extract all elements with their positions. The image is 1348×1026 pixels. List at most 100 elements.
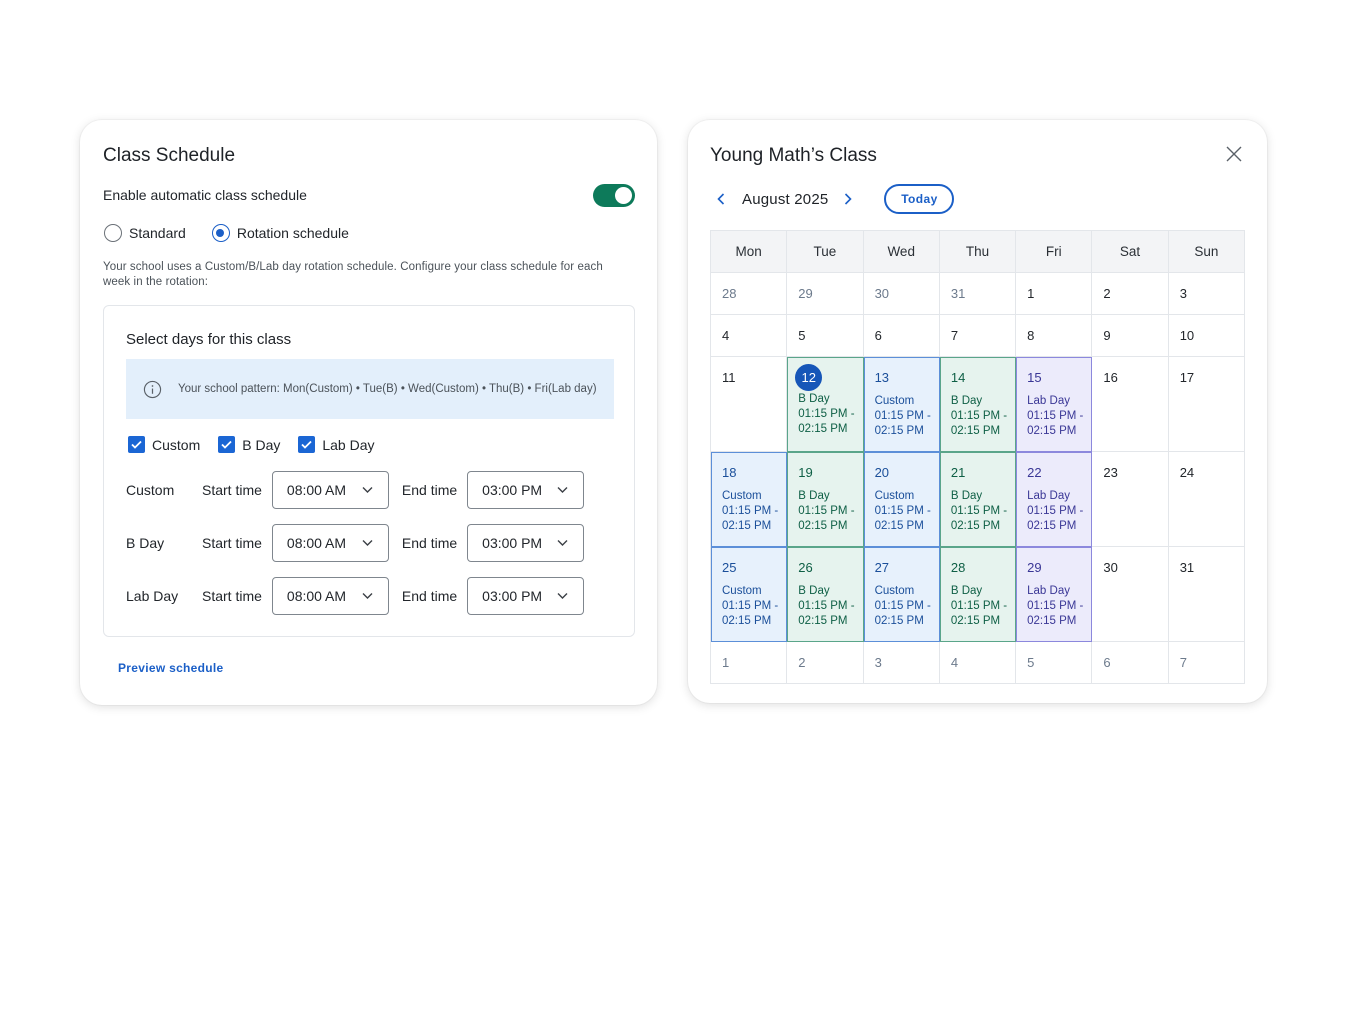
class-time-range: 01:15 PM - 02:15 PM: [874, 410, 931, 437]
checkbox-b-day[interactable]: B Day: [218, 436, 280, 453]
lab-day-end-time-select[interactable]: 03:00 PM: [467, 577, 585, 615]
calendar-day-custom[interactable]: 27 Custom 01:15 PM - 02:15 PM: [863, 547, 940, 642]
checkbox-lab-day-label: Lab Day: [322, 436, 375, 453]
calendar-day-bday[interactable]: 19 B Day 01:15 PM - 02:15 PM: [787, 452, 864, 547]
date-number: 6: [1103, 655, 1111, 670]
calendar-day[interactable]: 6: [1092, 642, 1169, 684]
calendar-day-bday[interactable]: 26 B Day 01:15 PM - 02:15 PM: [787, 547, 864, 642]
calendar-day[interactable]: 30: [1092, 547, 1169, 642]
class-time-range: 01:15 PM - 02:15 PM: [798, 505, 855, 532]
preview-schedule-link[interactable]: Preview schedule: [118, 661, 224, 675]
calendar-day[interactable]: 30: [863, 273, 940, 315]
calendar-day[interactable]: 28: [711, 273, 788, 315]
today-button[interactable]: Today: [884, 184, 955, 214]
calendar-grid: 28 29 30 31 1 2 3 4 5 6 7 8 9 10 11 12 B Day 01:15 PM - 0…: [710, 272, 1245, 684]
calendar-card: Young Math’s Class August 2025 Today Mon…: [688, 120, 1267, 703]
date-number: 1: [1027, 286, 1035, 301]
calendar-day-bday[interactable]: 12 B Day 01:15 PM - 02:15 PM: [787, 357, 864, 452]
calendar-day-custom[interactable]: 20 Custom 01:15 PM - 02:15 PM: [863, 452, 940, 547]
checkbox-b-day-box[interactable]: [218, 436, 236, 453]
calendar-day[interactable]: 17: [1168, 357, 1245, 452]
calendar-day[interactable]: 7: [939, 315, 1017, 357]
weekday-tue: Tue: [787, 231, 864, 272]
day-type-name: Lab Day: [1027, 490, 1070, 502]
calendar-day[interactable]: 4: [939, 642, 1017, 684]
calendar-day[interactable]: 31: [1168, 547, 1245, 642]
class-time-range: 01:15 PM - 02:15 PM: [874, 600, 931, 627]
weekday-thu: Thu: [940, 231, 1017, 272]
calendar-day[interactable]: 4: [711, 315, 788, 357]
calendar-day[interactable]: 5: [1016, 642, 1093, 684]
calendar-day[interactable]: 2: [1092, 273, 1169, 315]
calendar-day[interactable]: 1: [1016, 273, 1093, 315]
calendar-day[interactable]: 7: [1168, 642, 1245, 684]
prev-month-button[interactable]: [713, 191, 729, 207]
calendar-day[interactable]: 23: [1092, 452, 1169, 547]
date-number: 7: [1179, 655, 1187, 670]
calendar-day-bday[interactable]: 14 B Day 01:15 PM - 02:15 PM: [939, 357, 1017, 452]
info-icon: [143, 380, 162, 398]
time-row-custom: Custom Start time 08:00 AM End time 03:0…: [126, 471, 597, 509]
calendar-day[interactable]: 16: [1092, 357, 1169, 452]
chevron-left-icon: [717, 193, 725, 205]
radio-standard-label: Standard: [129, 225, 186, 241]
calendar-day[interactable]: 10: [1168, 315, 1245, 357]
calendar-day[interactable]: 9: [1092, 315, 1169, 357]
radio-standard-circle[interactable]: [104, 224, 122, 242]
checkbox-custom-label: Custom: [152, 436, 201, 453]
radio-rotation-circle[interactable]: [211, 224, 230, 242]
calendar-day[interactable]: 11: [711, 357, 788, 452]
checkbox-lab-day-box[interactable]: [298, 436, 316, 453]
calendar-day[interactable]: 31: [939, 273, 1017, 315]
calendar-day[interactable]: 24: [1168, 452, 1245, 547]
calendar-day[interactable]: 3: [863, 642, 940, 684]
calendar-day[interactable]: 29: [787, 273, 864, 315]
calendar-day-bday[interactable]: 28 B Day 01:15 PM - 02:15 PM: [939, 547, 1017, 642]
calendar-day-lab[interactable]: 22 Lab Day 01:15 PM - 02:15 PM: [1016, 452, 1093, 547]
select-value: 08:00 AM: [286, 588, 347, 604]
date-number: 8: [1027, 328, 1035, 343]
next-month-button[interactable]: [840, 191, 856, 207]
checkbox-custom-box[interactable]: [128, 436, 145, 453]
date-number: 10: [1179, 328, 1195, 343]
calendar-day-custom[interactable]: 13 Custom 01:15 PM - 02:15 PM: [863, 357, 940, 452]
checkbox-custom[interactable]: Custom: [128, 436, 200, 453]
b-day-end-time-select[interactable]: 03:00 PM: [467, 524, 585, 562]
auto-schedule-label: Enable automatic class schedule: [103, 187, 307, 203]
calendar-day[interactable]: 5: [787, 315, 864, 357]
start-time-label: Start time: [202, 588, 262, 604]
day-type-name: Custom: [874, 490, 915, 502]
date-number: 25: [722, 560, 737, 575]
lab-day-start-time-select[interactable]: 08:00 AM: [271, 577, 389, 615]
custom-start-time-select[interactable]: 08:00 AM: [271, 471, 389, 509]
radio-standard[interactable]: Standard: [104, 224, 186, 242]
custom-end-time-select[interactable]: 03:00 PM: [467, 471, 585, 509]
check-icon: [131, 440, 142, 449]
calendar-day-custom[interactable]: 18 Custom 01:15 PM - 02:15 PM: [711, 452, 788, 547]
calendar-day-lab[interactable]: 15 Lab Day 01:15 PM - 02:15 PM: [1016, 357, 1093, 452]
day-type-label: B Day 01:15 PM - 02:15 PM: [798, 489, 862, 534]
calendar-day-custom[interactable]: 25 Custom 01:15 PM - 02:15 PM: [711, 547, 788, 642]
calendar-day-lab[interactable]: 29 Lab Day 01:15 PM - 02:15 PM: [1016, 547, 1093, 642]
calendar-day[interactable]: 6: [863, 315, 940, 357]
calendar-day-bday[interactable]: 21 B Day 01:15 PM - 02:15 PM: [939, 452, 1017, 547]
today-date-number: 12: [795, 364, 823, 391]
day-type-name: B Day: [950, 395, 983, 407]
checkbox-lab-day[interactable]: Lab Day: [298, 436, 375, 453]
check-icon: [301, 440, 312, 449]
auto-schedule-toggle[interactable]: [593, 184, 635, 207]
start-time-label: Start time: [202, 482, 262, 498]
calendar-day[interactable]: 1: [711, 642, 788, 684]
calendar-day[interactable]: 8: [1016, 315, 1093, 357]
b-day-start-time-select[interactable]: 08:00 AM: [271, 524, 389, 562]
close-icon[interactable]: [1226, 146, 1242, 162]
date-number: 5: [1027, 655, 1035, 670]
date-number: 30: [1103, 560, 1118, 575]
date-number: 6: [874, 328, 882, 343]
radio-rotation-schedule[interactable]: Rotation schedule: [211, 224, 349, 242]
day-type-name: B Day: [950, 585, 983, 597]
day-type-name: B Day: [798, 393, 830, 405]
class-time-range: 01:15 PM - 02:15 PM: [798, 408, 855, 435]
calendar-day[interactable]: 2: [787, 642, 864, 684]
calendar-day[interactable]: 3: [1168, 273, 1245, 315]
